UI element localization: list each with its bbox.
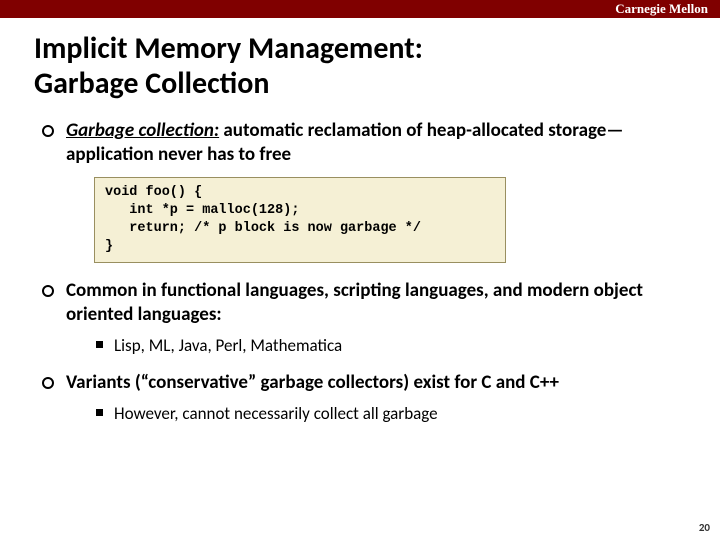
brand-label: Carnegie Mellon: [615, 0, 708, 18]
sub-list-languages: Lisp, ML, Java, Perl, Mathematica: [94, 335, 690, 357]
header-bar: [0, 0, 720, 18]
page-number: 20: [699, 521, 710, 534]
bullet-languages-text: Common in functional languages, scriptin…: [66, 279, 643, 326]
code-block: void foo() { int *p = malloc(128); retur…: [94, 177, 506, 264]
bullet-variants-text: Variants (“conservative” garbage collect…: [66, 371, 559, 394]
title-line-1: Implicit Memory Management:: [34, 30, 423, 67]
bullet-item-variants: Variants (“conservative” garbage collect…: [38, 371, 690, 425]
sub-item-however: However, cannot necessarily collect all …: [94, 403, 690, 425]
bullet-list: Garbage collection: automatic reclamatio…: [38, 119, 690, 425]
slide-title: Implicit Memory Management: Garbage Coll…: [34, 32, 720, 101]
title-line-2: Garbage Collection: [34, 65, 269, 102]
bullet-item-languages: Common in functional languages, scriptin…: [38, 279, 690, 357]
bullet-item-gc: Garbage collection: automatic reclamatio…: [38, 119, 690, 263]
sub-item-lisp: Lisp, ML, Java, Perl, Mathematica: [94, 335, 690, 357]
term-gc: Garbage collection:: [66, 119, 219, 142]
sub-list-variants: However, cannot necessarily collect all …: [94, 403, 690, 425]
